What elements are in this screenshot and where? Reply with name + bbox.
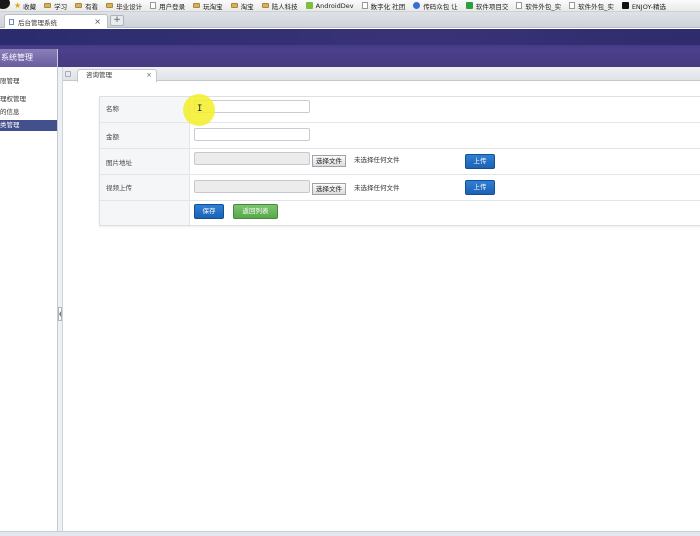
tab-label: 咨询管理 — [86, 71, 112, 79]
choose-video-file-button[interactable]: 选择文件 — [312, 183, 346, 195]
s-icon — [465, 2, 473, 9]
browser-tab[interactable]: 后台管理系统 × — [4, 14, 108, 28]
folder-icon — [106, 3, 114, 8]
save-button[interactable]: 保存 — [194, 204, 224, 219]
folder-icon — [193, 3, 201, 8]
form-row-video: 视频上传 选择文件 未选择任何文件 上传 — [100, 175, 700, 201]
doc-icon — [150, 2, 157, 9]
star-icon: ★ — [14, 1, 22, 10]
doc-icon — [569, 2, 576, 9]
folder-icon — [261, 3, 269, 8]
sidebar-header[interactable]: 系统管理 — [0, 49, 57, 67]
content-tab-bar: 咨询管理 × — [63, 67, 700, 82]
tab-consult-management[interactable]: 咨询管理 × — [77, 69, 157, 82]
field-label: 金额 — [100, 123, 190, 148]
form-row-actions: 保存 返回列表 — [100, 201, 700, 225]
android-icon — [305, 2, 313, 9]
page-icon — [9, 18, 14, 25]
upload-video-button[interactable]: 上传 — [465, 180, 495, 195]
sidebar-item-info[interactable]: 的信息 — [0, 107, 57, 118]
bookmark-item[interactable]: 学习 — [44, 1, 67, 11]
video-file-status: 未选择任何文件 — [354, 184, 400, 192]
browser-logo-icon — [0, 0, 14, 11]
bookmark-item[interactable]: 毕业设计 — [106, 1, 142, 11]
bookmark-item[interactable]: 有看 — [75, 1, 98, 11]
sidebar-item-category[interactable]: 类管理 — [0, 120, 57, 131]
collapse-handle-icon[interactable] — [58, 307, 62, 321]
bookmark-item[interactable]: 陆人科技 — [261, 1, 298, 11]
amount-input[interactable] — [194, 128, 310, 141]
new-tab-button[interactable]: + — [110, 15, 124, 26]
bookmarks-bar: ★ 收藏 学习 有看 毕业设计 用户登录 玩淘宝 淘宝 陆人科技 AndroidD… — [0, 0, 700, 12]
home-tab-icon[interactable] — [65, 71, 71, 77]
browser-tab-title: 后台管理系统 — [18, 18, 57, 27]
sidebar: 系统管理 限管理 理权管理 的信息 类管理 — [0, 49, 58, 536]
field-label: 名称 — [100, 97, 190, 122]
folder-icon — [75, 3, 83, 8]
bookmark-item[interactable]: ★ 收藏 — [14, 1, 36, 11]
field-label: 图片地址 — [100, 149, 190, 174]
bookmark-item[interactable]: 用户登录 — [150, 1, 185, 11]
bookmark-item[interactable]: 传码众包 让 — [413, 1, 458, 11]
image-file-status: 未选择任何文件 — [354, 156, 400, 164]
form-row-amount: 金额 — [100, 123, 700, 149]
field-label: 视频上传 — [100, 175, 190, 200]
bookmark-item[interactable]: 数字化 社团 — [361, 1, 405, 11]
folder-icon — [230, 3, 238, 8]
main-content: 名称 金额 图片地址 选择文件 未选择任何文件 上传 视频上传 选择文件 未选择… — [63, 82, 700, 536]
video-path-field — [194, 180, 310, 193]
circle-icon — [413, 2, 421, 9]
e-icon — [621, 2, 629, 9]
sidebar-item-permissions[interactable]: 限管理 — [0, 76, 57, 87]
status-bar — [0, 531, 700, 536]
doc-icon — [361, 2, 368, 9]
bookmark-item[interactable]: 玩淘宝 — [193, 1, 223, 11]
bookmark-item[interactable]: ENJOY-精选 — [621, 1, 666, 11]
form-row-image: 图片地址 选择文件 未选择任何文件 上传 — [100, 149, 700, 175]
close-icon[interactable]: × — [94, 17, 101, 26]
browser-tab-strip: 后台管理系统 × + — [0, 12, 700, 28]
image-path-field — [194, 152, 310, 165]
bookmark-item[interactable]: 软件外包_实 — [516, 1, 561, 11]
app-banner — [0, 29, 700, 67]
upload-image-button[interactable]: 上传 — [465, 154, 495, 169]
close-icon[interactable]: × — [146, 70, 152, 81]
bookmark-item[interactable]: 淘宝 — [230, 1, 254, 11]
bookmark-item[interactable]: 软件项目交 — [465, 1, 508, 11]
doc-icon — [516, 2, 523, 9]
sidebar-item-manager[interactable]: 理权管理 — [0, 94, 57, 105]
back-to-list-button[interactable]: 返回列表 — [233, 204, 278, 219]
bookmark-item[interactable]: AndroidDev — [305, 2, 354, 10]
choose-image-file-button[interactable]: 选择文件 — [312, 155, 346, 167]
folder-icon — [44, 3, 52, 8]
text-cursor-icon: I — [197, 104, 203, 114]
bookmark-item[interactable]: 软件外包_实 — [569, 1, 614, 11]
